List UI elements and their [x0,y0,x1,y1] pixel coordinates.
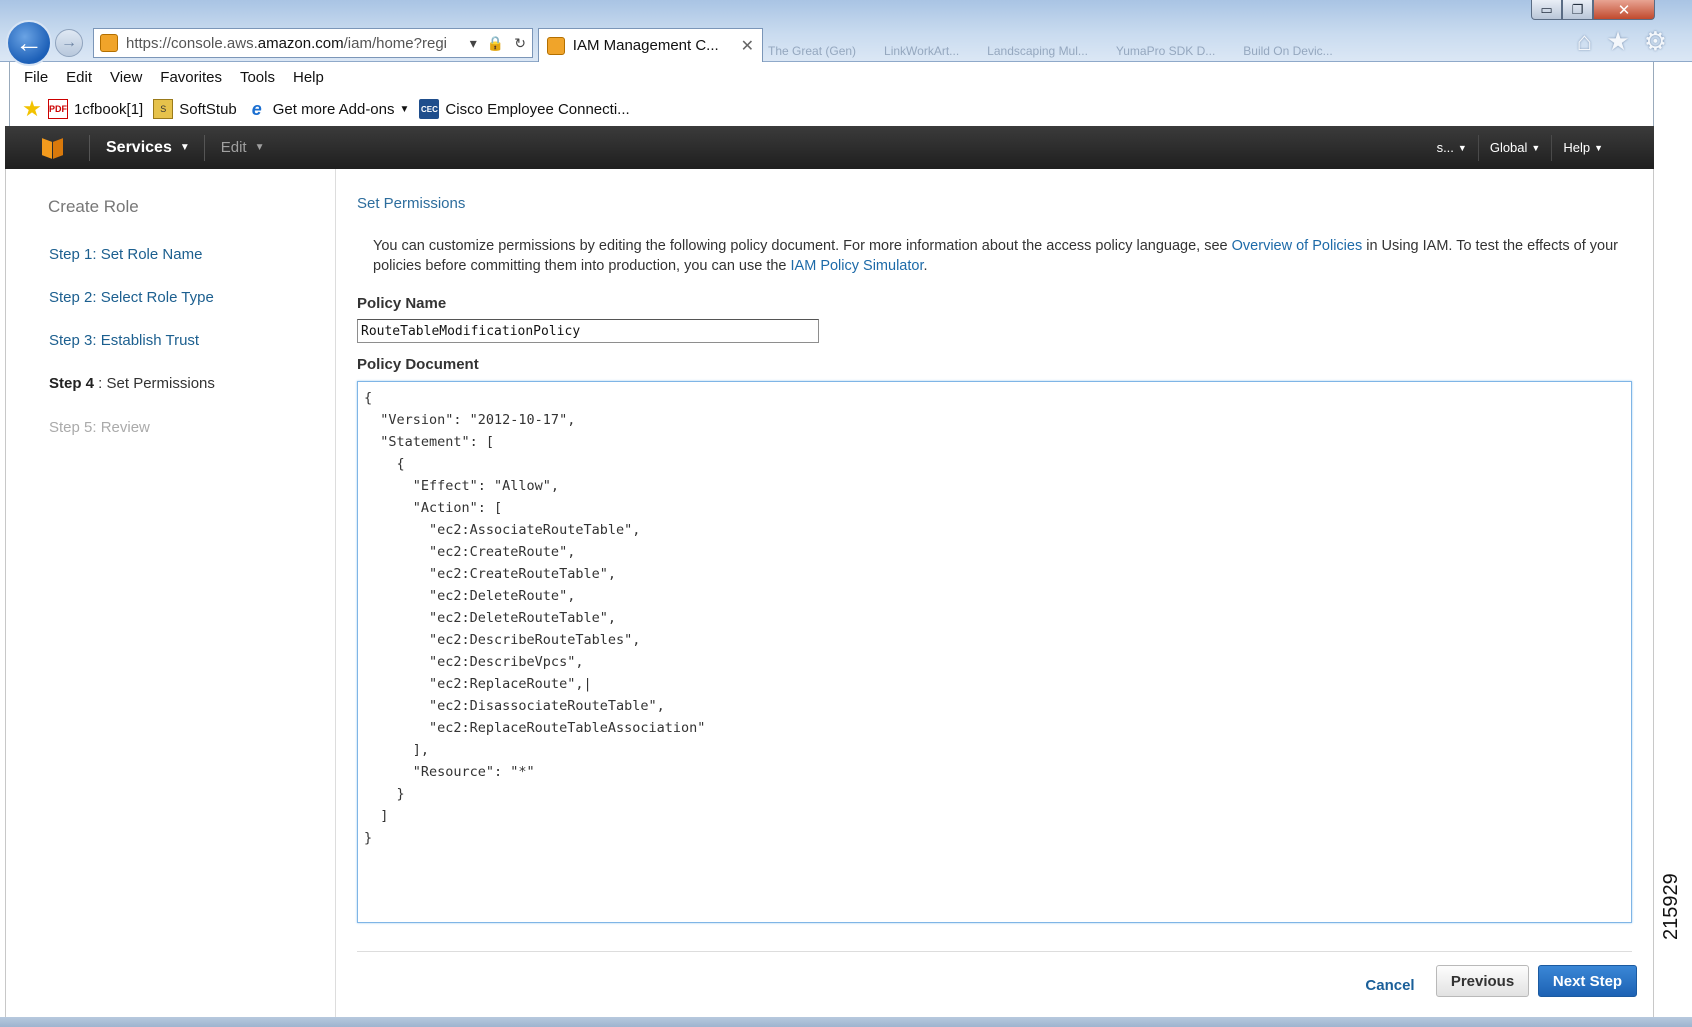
figure-id: 215929 [1660,873,1682,940]
wizard-sidebar: Create Role Step 1: Set Role Name Step 2… [6,169,336,1017]
nav-divider [203,134,205,161]
menu-favorites[interactable]: Favorites [160,69,222,86]
sidebar-step-2[interactable]: Step 2: Select Role Type [49,289,214,306]
policy-document-label: Policy Document [357,356,479,373]
edit-menu[interactable]: Edit ▼ [221,139,265,156]
cancel-button[interactable]: Cancel [1357,972,1423,998]
home-icon[interactable]: ⌂ [1577,26,1593,57]
background-tab[interactable]: LinkWorkArt... [884,44,959,58]
tab-close-icon[interactable]: ✕ [741,36,754,56]
account-menu[interactable]: s... ▼ [1426,135,1478,161]
chevron-down-icon: ▼ [1594,142,1603,153]
aws-nav-right: s... ▼ Global ▼ Help ▼ [1426,134,1614,161]
address-dropdown-icon[interactable]: ▾ [470,35,477,52]
favorite-cisco-employee-connection[interactable]: CEC Cisco Employee Connecti... [419,99,630,119]
policy-document-editor[interactable]: { "Version": "2012-10-17", "Statement": … [357,381,1632,923]
close-window-icon[interactable]: ✕ [1593,0,1655,20]
policy-name-input[interactable] [357,319,819,343]
background-tab[interactable]: The Great (Gen) [768,44,856,58]
previous-button[interactable]: Previous [1436,965,1529,997]
chevron-down-icon: ▼ [1531,142,1541,153]
sidebar-step-1[interactable]: Step 1: Set Role Name [49,246,202,263]
chevron-down-icon: ▼ [254,142,265,153]
wizard-title: Create Role [48,197,139,216]
next-step-button[interactable]: Next Step [1538,965,1637,997]
cec-icon: CEC [419,99,440,119]
policy-name-label: Policy Name [357,295,447,312]
sidebar-step-4: Step 4 : Set Permissions [49,375,215,392]
overview-of-policies-link[interactable]: Overview of Policies [1232,238,1363,254]
browser-chrome: ▭ ❐ ✕ ← → https://console.aws.amazon.com… [0,0,1692,66]
section-title: Set Permissions [357,195,466,212]
iam-policy-simulator-link[interactable]: IAM Policy Simulator [791,258,924,274]
aws-favicon-icon [100,34,118,52]
chevron-down-icon: ▼ [179,142,190,153]
nav-divider [89,134,90,161]
ie-icon: e [251,98,262,119]
sidebar-step-3[interactable]: Step 3: Establish Trust [49,332,199,349]
browser-toolbar-icons: ⌂ ★ ⚙ [1577,26,1667,57]
add-favorite-star-icon[interactable]: ★ [22,96,42,121]
favorite-get-more-addons[interactable]: e Get more Add-ons ▼ [247,99,410,119]
menu-tools[interactable]: Tools [240,69,275,86]
favorites-star-icon[interactable]: ★ [1606,26,1629,57]
background-tab[interactable]: YumaPro SDK D... [1116,44,1215,58]
services-menu[interactable]: Services ▼ [106,139,190,157]
background-tab[interactable]: Build On Devic... [1243,44,1332,58]
address-bar-icons: ▾ 🔒 ↻ [470,35,526,52]
maximize-icon[interactable]: ❐ [1562,0,1593,20]
forward-arrow-icon[interactable]: → [55,29,83,57]
favorite-1cfbook[interactable]: PDF 1cfbook[1] [48,99,143,119]
region-menu[interactable]: Global ▼ [1477,134,1552,161]
policy-document-text[interactable]: { "Version": "2012-10-17", "Statement": … [364,387,1625,849]
softstub-icon: S [153,99,174,119]
aws-cube-logo-icon[interactable] [41,137,65,159]
gear-icon[interactable]: ⚙ [1644,26,1667,57]
menu-file[interactable]: File [24,69,48,86]
tab-iam-management[interactable]: IAM Management C... ✕ [538,28,763,62]
menu-view[interactable]: View [110,69,142,86]
window-bottom-edge [0,1017,1692,1027]
menu-help[interactable]: Help [293,69,324,86]
sidebar-step-5: Step 5: Review [49,419,150,436]
address-url[interactable]: https://console.aws.amazon.com/iam/home?… [126,35,466,52]
lock-icon: 🔒 [486,34,505,51]
window-controls: ▭ ❐ ✕ [1531,0,1655,20]
intro-text: You can customize permissions by editing… [373,238,1618,274]
footer-divider [357,951,1632,952]
back-arrow-icon[interactable]: ← [6,20,52,66]
minimize-icon[interactable]: ▭ [1531,0,1562,20]
favorite-softstub[interactable]: S SoftStub [153,99,237,119]
browser-menubar: File Edit View Favorites Tools Help [9,62,1654,92]
background-tabs: The Great (Gen) LinkWorkArt... Landscapi… [768,44,1333,58]
page-content: Create Role Step 1: Set Role Name Step 2… [5,169,1654,1017]
help-menu[interactable]: Help ▼ [1551,134,1614,161]
tab-favicon-icon [547,36,565,55]
refresh-icon[interactable]: ↻ [514,35,526,52]
menu-edit[interactable]: Edit [66,69,92,86]
tab-title: IAM Management C... [572,37,719,54]
address-bar[interactable]: https://console.aws.amazon.com/iam/home?… [93,28,533,58]
chevron-down-icon: ▼ [399,103,410,115]
chevron-down-icon: ▼ [1457,142,1467,153]
pdf-icon: PDF [48,99,68,119]
background-tab[interactable]: Landscaping Mul... [987,44,1088,58]
favorites-bar: ★ PDF 1cfbook[1] S SoftStub e Get more A… [9,92,1654,126]
aws-console-nav: Services ▼ Edit ▼ s... ▼ Global ▼ Help ▼ [5,126,1654,169]
